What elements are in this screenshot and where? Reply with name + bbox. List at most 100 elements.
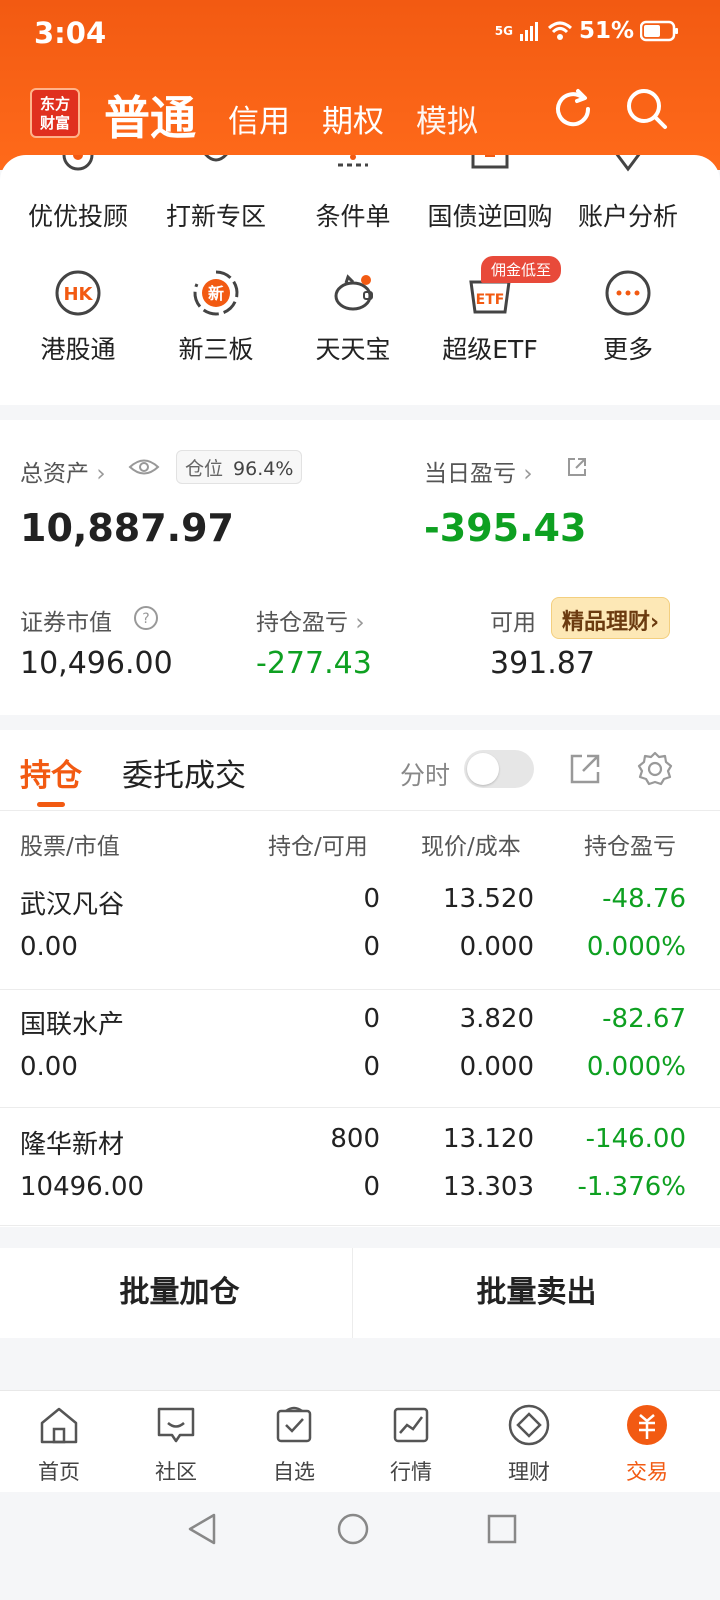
holding-pl: -82.67 bbox=[602, 1004, 686, 1034]
system-nav-bar bbox=[0, 1492, 720, 1600]
trade-icon bbox=[627, 1405, 667, 1445]
battery-icon bbox=[640, 20, 678, 42]
timeshare-label: 分时 bbox=[400, 761, 451, 790]
batch-actions: 批量加仓 批量卖出 bbox=[0, 1248, 720, 1338]
available-label: 可用 bbox=[490, 610, 536, 636]
status-bar: 3:04 5G 51% bbox=[0, 0, 720, 70]
tab-options[interactable]: 期权 bbox=[322, 96, 384, 141]
nav-market[interactable]: 行情 bbox=[361, 1403, 461, 1486]
svg-text:ETF: ETF bbox=[476, 292, 505, 308]
cost-price: 0.000 bbox=[459, 932, 534, 962]
share-icon[interactable] bbox=[568, 752, 602, 786]
reverse-repo-icon bbox=[471, 155, 509, 169]
search-icon[interactable] bbox=[624, 86, 670, 132]
grid-item-reverse-repo[interactable]: 国债逆回购 bbox=[420, 155, 560, 233]
hold-qty: 800 bbox=[330, 1124, 380, 1154]
commission-badge: 佣金低至 bbox=[481, 256, 562, 283]
column-pl: 持仓盈亏 bbox=[584, 834, 676, 860]
tab-credit[interactable]: 信用 bbox=[228, 96, 290, 141]
grid-item-new-third-board[interactable]: 新 新三板 bbox=[146, 268, 286, 366]
column-holding: 持仓/可用 bbox=[268, 834, 368, 860]
grid-item-conditional-order[interactable]: 条件单 bbox=[283, 155, 423, 233]
signal-icon bbox=[519, 22, 538, 41]
current-price: 13.520 bbox=[443, 884, 534, 914]
table-header: 股票/市值 持仓/可用 现价/成本 持仓盈亏 bbox=[0, 810, 720, 870]
tab-normal[interactable]: 普通 bbox=[104, 82, 196, 148]
chevron-right-icon: › bbox=[523, 461, 533, 487]
table-row[interactable]: 武汉凡谷 0.00 0 0 13.520 0.000 -48.76 0.000% bbox=[0, 872, 720, 990]
nav-community[interactable]: 社区 bbox=[126, 1403, 226, 1486]
advisor-icon bbox=[62, 155, 94, 171]
batch-sell-button[interactable]: 批量卖出 bbox=[353, 1248, 720, 1338]
table-row[interactable]: 国联水产 0.00 0 0 3.820 0.000 -82.67 0.000% bbox=[0, 990, 720, 1108]
eye-icon[interactable] bbox=[128, 456, 160, 478]
svg-text:新: 新 bbox=[208, 284, 224, 303]
cost-price: 0.000 bbox=[459, 1052, 534, 1082]
active-tab-indicator bbox=[37, 802, 65, 807]
stock-market-value: 0.00 bbox=[20, 932, 78, 962]
asset-summary: 总资产 › 仓位 96.4% 10,887.97 当日盈亏 › -395.43 证… bbox=[0, 420, 720, 715]
stock-name: 国联水产 bbox=[20, 1010, 125, 1040]
feature-grid: 优优投顾 打新专区 条件单 国债逆回购 账户分析 HK 港股通 新 新三板 天天… bbox=[0, 155, 720, 405]
more-icon bbox=[605, 270, 651, 316]
premium-wealth-button[interactable]: 精品理财› bbox=[551, 597, 671, 639]
chart-line-icon bbox=[393, 1407, 429, 1443]
stock-name: 武汉凡谷 bbox=[20, 890, 125, 920]
total-assets-link[interactable]: 总资产 › bbox=[20, 454, 106, 488]
battery-percent: 51% bbox=[578, 18, 634, 44]
column-price: 现价/成本 bbox=[421, 834, 521, 860]
avail-qty: 0 bbox=[363, 1052, 380, 1082]
chevron-right-icon: › bbox=[650, 610, 660, 635]
table-row[interactable]: 隆华新材 10496.00 800 0 13.120 13.303 -146.0… bbox=[0, 1108, 720, 1226]
holding-pl: -48.76 bbox=[602, 884, 686, 914]
current-price: 3.820 bbox=[459, 1004, 534, 1034]
help-icon[interactable]: ? bbox=[133, 605, 159, 631]
account-analysis-icon bbox=[615, 155, 641, 172]
avail-qty: 0 bbox=[363, 1172, 380, 1202]
daily-pl-value: -395.43 bbox=[424, 506, 587, 550]
home-circle-icon[interactable] bbox=[336, 1512, 370, 1546]
wifi-icon bbox=[547, 21, 572, 40]
total-assets-value: 10,887.97 bbox=[20, 506, 234, 550]
bottom-nav: 首页 社区 自选 行情 理财 交易 bbox=[0, 1390, 720, 1492]
new-third-board-icon: 新 bbox=[193, 270, 239, 316]
tab-simulation[interactable]: 模拟 bbox=[416, 96, 478, 141]
grid-item-more[interactable]: 更多 bbox=[558, 268, 698, 366]
gear-icon[interactable] bbox=[636, 750, 674, 788]
network-label: 5G bbox=[494, 24, 513, 38]
chat-icon bbox=[157, 1407, 195, 1443]
holding-pl: -146.00 bbox=[585, 1124, 686, 1154]
ipo-icon bbox=[204, 155, 228, 162]
timeshare-toggle[interactable] bbox=[464, 750, 534, 788]
brand-logo: 东方 财富 bbox=[30, 88, 80, 138]
nav-wealth[interactable]: 理财 bbox=[479, 1403, 579, 1486]
tab-orders[interactable]: 委托成交 bbox=[122, 750, 246, 795]
holding-pl-link[interactable]: 持仓盈亏 › bbox=[256, 603, 365, 637]
hold-qty: 0 bbox=[363, 884, 380, 914]
market-value: 10,496.00 bbox=[20, 646, 173, 681]
status-time: 3:04 bbox=[34, 16, 107, 50]
back-icon[interactable] bbox=[186, 1512, 218, 1546]
grid-item-ipo-zone[interactable]: 打新专区 bbox=[146, 155, 286, 233]
external-link-icon[interactable] bbox=[566, 456, 588, 478]
stock-market-value: 10496.00 bbox=[20, 1172, 145, 1202]
svg-text:?: ? bbox=[142, 611, 149, 627]
tab-holdings[interactable]: 持仓 bbox=[20, 750, 82, 795]
hk-connect-icon: HK bbox=[55, 270, 101, 316]
refresh-icon[interactable] bbox=[550, 86, 596, 132]
nav-home[interactable]: 首页 bbox=[9, 1403, 109, 1486]
nav-watchlist[interactable]: 自选 bbox=[244, 1403, 344, 1486]
column-stock: 股票/市值 bbox=[20, 834, 120, 860]
grid-item-tiantianbao[interactable]: 天天宝 bbox=[283, 268, 423, 366]
grid-item-youyou-advisor[interactable]: 优优投顾 bbox=[8, 155, 148, 233]
nav-trade[interactable]: 交易 bbox=[597, 1403, 697, 1486]
holding-pl-pct: 0.000% bbox=[586, 932, 686, 962]
grid-item-account-analysis[interactable]: 账户分析 bbox=[558, 155, 698, 233]
chevron-right-icon: › bbox=[96, 461, 106, 487]
recents-icon[interactable] bbox=[486, 1513, 518, 1545]
grid-item-hk-connect[interactable]: HK 港股通 bbox=[8, 268, 148, 366]
batch-add-button[interactable]: 批量加仓 bbox=[0, 1248, 359, 1338]
holding-pl-value: -277.43 bbox=[256, 646, 372, 681]
market-value-label: 证券市值 bbox=[20, 610, 112, 636]
daily-pl-link[interactable]: 当日盈亏 › bbox=[424, 454, 533, 488]
